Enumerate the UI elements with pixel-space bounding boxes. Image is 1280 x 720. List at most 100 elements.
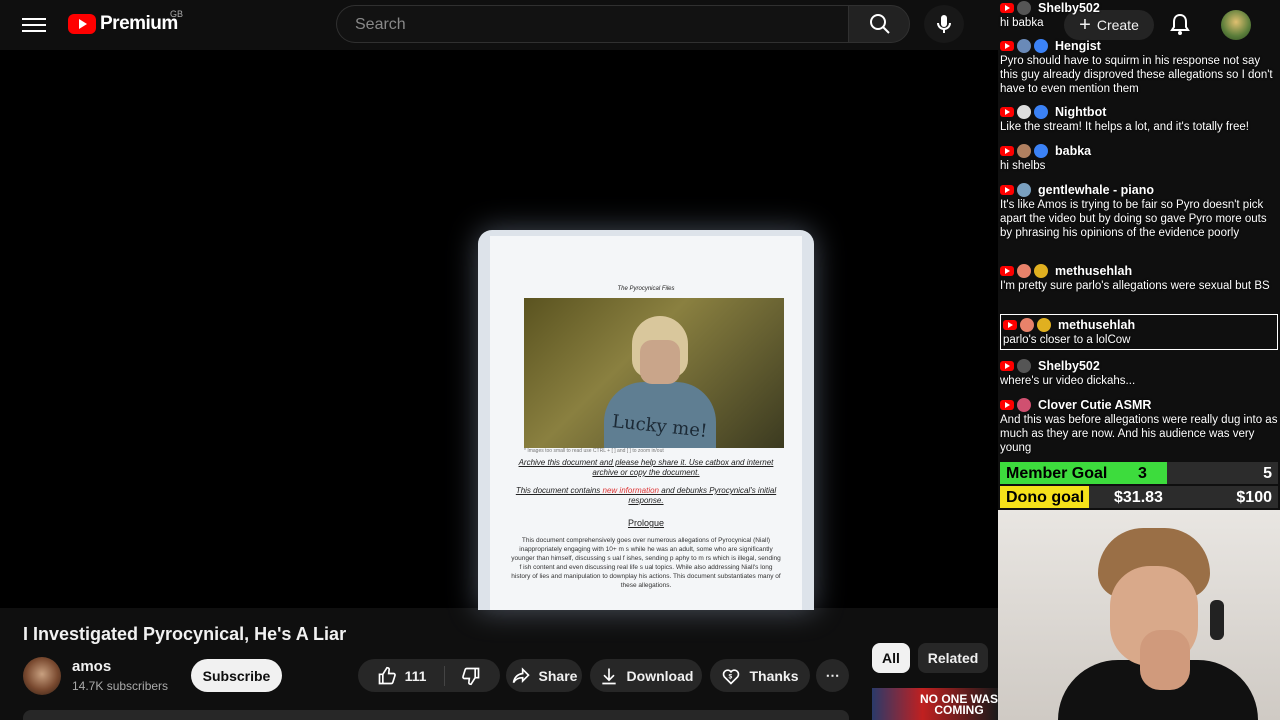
chat-message: methusehlah parlo's closer to a lolCow bbox=[1000, 314, 1278, 350]
chat-message-header: babka bbox=[1000, 143, 1278, 159]
youtube-source-icon bbox=[1000, 266, 1014, 276]
description-box[interactable] bbox=[23, 710, 849, 720]
subscribe-button[interactable]: Subscribe bbox=[191, 659, 282, 692]
youtube-source-icon bbox=[1003, 320, 1017, 330]
stream-goals: Member Goal 3 5 Dono goal $31.83 $100 bbox=[1000, 462, 1278, 510]
photo-shirt: Lucky me! bbox=[604, 382, 716, 448]
dono-goal-bar: Dono goal $31.83 $100 bbox=[1000, 486, 1278, 508]
download-button[interactable]: Download bbox=[590, 659, 702, 692]
like-dislike-group: 111 bbox=[358, 659, 500, 692]
member-goal-bar: Member Goal 3 5 bbox=[1000, 462, 1278, 484]
youtube-source-icon bbox=[1000, 3, 1014, 13]
thanks-button[interactable]: $ Thanks bbox=[710, 659, 810, 692]
chat-message: Nightbot Like the stream! It helps a lot,… bbox=[1000, 104, 1278, 134]
chat-message: babka hi shelbs bbox=[1000, 143, 1278, 173]
search-box bbox=[336, 5, 848, 43]
document-info-note: This document contains new information a… bbox=[510, 486, 782, 506]
photo-face bbox=[640, 340, 680, 384]
like-button[interactable]: 111 bbox=[377, 665, 446, 686]
dono-goal-label: Dono goal bbox=[1006, 489, 1085, 506]
chat-author-name[interactable]: methusehlah bbox=[1055, 264, 1132, 278]
chat-message: Clover Cutie ASMR And this was before all… bbox=[1000, 397, 1278, 455]
more-actions-button[interactable]: ⋯ bbox=[816, 659, 849, 692]
new-information-link: new information bbox=[602, 486, 660, 495]
youtube-play-icon bbox=[68, 14, 96, 34]
chat-author-name[interactable]: gentlewhale - piano bbox=[1038, 183, 1154, 197]
video-title: I Investigated Pyrocynical, He's A Liar bbox=[23, 624, 347, 644]
youtube-source-icon bbox=[1000, 185, 1014, 195]
chat-badge-icon bbox=[1034, 264, 1048, 278]
chat-badge-icon bbox=[1017, 264, 1031, 278]
region-label: GB bbox=[170, 9, 184, 19]
chat-author-name[interactable]: Shelby502 bbox=[1038, 359, 1100, 373]
chat-author-name[interactable]: Hengist bbox=[1055, 39, 1101, 53]
filter-chip-all[interactable]: All bbox=[872, 643, 910, 673]
chat-badge-icon bbox=[1037, 318, 1051, 332]
channel-name[interactable]: amos bbox=[72, 658, 111, 675]
chat-message: methusehlah I'm pretty sure parlo's alleg… bbox=[1000, 263, 1278, 293]
streamer-webcam bbox=[998, 510, 1280, 720]
archive-text: Archive this document and please help sh… bbox=[518, 458, 774, 477]
recommended-thumbnail-text: NO ONE WAS COMING bbox=[920, 692, 998, 717]
download-icon bbox=[601, 668, 616, 684]
document-heading: The Pyrocynical Files bbox=[617, 286, 675, 292]
tablet-in-video: The Pyrocynical Files Lucky me! * Images… bbox=[478, 230, 814, 610]
chat-badge-icon bbox=[1034, 39, 1048, 53]
youtube-source-icon bbox=[1000, 361, 1014, 371]
document-page: The Pyrocynical Files Lucky me! * Images… bbox=[490, 236, 802, 610]
chat-message-text: hi shelbs bbox=[1000, 160, 1046, 172]
photo-caption: * Images too small to read use CTRL + [ … bbox=[524, 448, 664, 454]
document-photo: Lucky me! bbox=[524, 298, 784, 448]
chat-author-name[interactable]: babka bbox=[1055, 144, 1091, 158]
photo-person: Lucky me! bbox=[604, 316, 716, 448]
chat-message-text: It's like Amos is trying to be fair so P… bbox=[1000, 199, 1267, 239]
chat-author-name[interactable]: Nightbot bbox=[1055, 105, 1106, 119]
recommended-video-thumbnail[interactable]: NO ONE WAS COMING bbox=[872, 688, 998, 720]
thumbs-down-icon[interactable] bbox=[461, 666, 481, 686]
like-count: 111 bbox=[404, 667, 427, 684]
channel-avatar[interactable] bbox=[23, 657, 61, 695]
youtube-premium-logo[interactable]: Premium bbox=[68, 13, 178, 35]
chat-author-name[interactable]: methusehlah bbox=[1058, 318, 1135, 332]
share-button[interactable]: Share bbox=[506, 659, 582, 692]
chat-message-header: Nightbot bbox=[1000, 104, 1278, 120]
chat-message-text: I'm pretty sure parlo's allegations were… bbox=[1000, 280, 1270, 292]
chat-message: Hengist Pyro should have to squirm in his… bbox=[1000, 38, 1278, 96]
dono-goal-target: $100 bbox=[1236, 489, 1272, 506]
chat-badge-icon bbox=[1017, 39, 1031, 53]
chat-author-name[interactable]: Clover Cutie ASMR bbox=[1038, 398, 1151, 412]
share-label: Share bbox=[538, 667, 578, 684]
webcam-headset bbox=[1210, 600, 1224, 640]
chat-message: Shelby502 hi babka bbox=[1000, 0, 1278, 30]
youtube-source-icon bbox=[1000, 400, 1014, 410]
download-label: Download bbox=[626, 667, 694, 684]
chat-author-name[interactable]: Shelby502 bbox=[1038, 1, 1100, 15]
youtube-source-icon bbox=[1000, 107, 1014, 117]
chat-badge-icon bbox=[1017, 1, 1031, 15]
logo-text: Premium bbox=[100, 13, 178, 34]
webcam-hand bbox=[1140, 630, 1190, 690]
chat-message: gentlewhale - piano It's like Amos is try… bbox=[1000, 182, 1278, 240]
search-button[interactable] bbox=[848, 5, 910, 43]
chat-message-header: methusehlah bbox=[1000, 263, 1278, 279]
chat-message-header: methusehlah bbox=[1003, 317, 1275, 333]
prologue-heading: Prologue bbox=[627, 518, 665, 528]
member-goal-current: 3 bbox=[1138, 465, 1147, 482]
microphone-icon bbox=[937, 15, 951, 33]
youtube-source-icon bbox=[1000, 146, 1014, 156]
chat-badge-icon bbox=[1017, 359, 1031, 373]
chat-message-text: hi babka bbox=[1000, 17, 1044, 29]
youtube-source-icon bbox=[1000, 41, 1014, 51]
svg-text:$: $ bbox=[729, 673, 733, 680]
chat-message-header: Clover Cutie ASMR bbox=[1000, 397, 1278, 413]
menu-icon[interactable] bbox=[22, 14, 46, 34]
thanks-label: Thanks bbox=[749, 667, 799, 684]
thumbs-up-icon bbox=[378, 666, 396, 684]
shirt-text: Lucky me! bbox=[611, 411, 709, 442]
voice-search-button[interactable] bbox=[924, 5, 964, 43]
search-input[interactable] bbox=[353, 15, 817, 35]
share-icon bbox=[512, 666, 530, 683]
document-archive-note: Archive this document and please help sh… bbox=[510, 458, 782, 478]
filter-chip-related[interactable]: Related bbox=[918, 643, 988, 673]
chat-message-header: Hengist bbox=[1000, 38, 1278, 54]
